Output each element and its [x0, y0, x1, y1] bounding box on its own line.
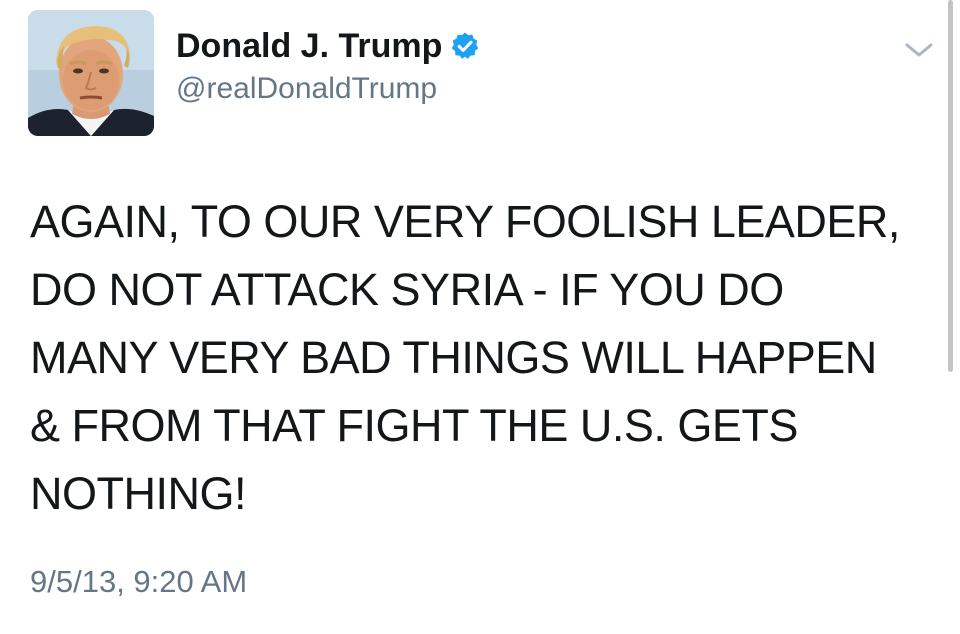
scrollbar[interactable] [948, 0, 953, 372]
tweet-card: Donald J. Trump @realDonaldTrump AGAIN, … [0, 0, 960, 634]
profile-photo-icon [28, 10, 154, 136]
verified-badge-icon [450, 31, 480, 61]
tweet-text-line: NOTHING! [30, 468, 247, 519]
tweet-text-line: & FROM THAT FIGHT THE U.S. GETS [30, 400, 798, 451]
tweet-text: AGAIN, TO OUR VERY FOOLISH LEADER, DO NO… [30, 188, 930, 528]
author-name-row: Donald J. Trump [176, 24, 480, 68]
tweet-text-line: AGAIN, TO OUR VERY FOOLISH LEADER, [30, 196, 900, 247]
tweet-text-line: DO NOT ATTACK SYRIA - IF YOU DO [30, 264, 784, 315]
avatar[interactable] [28, 10, 154, 136]
tweet-text-line: MANY VERY BAD THINGS WILL HAPPEN [30, 332, 877, 383]
author-display-name[interactable]: Donald J. Trump [176, 27, 442, 66]
tweet-timestamp[interactable]: 9/5/13, 9:20 AM [30, 564, 247, 600]
author-handle[interactable]: @realDonaldTrump [176, 72, 437, 106]
chevron-down-icon[interactable] [902, 38, 936, 62]
